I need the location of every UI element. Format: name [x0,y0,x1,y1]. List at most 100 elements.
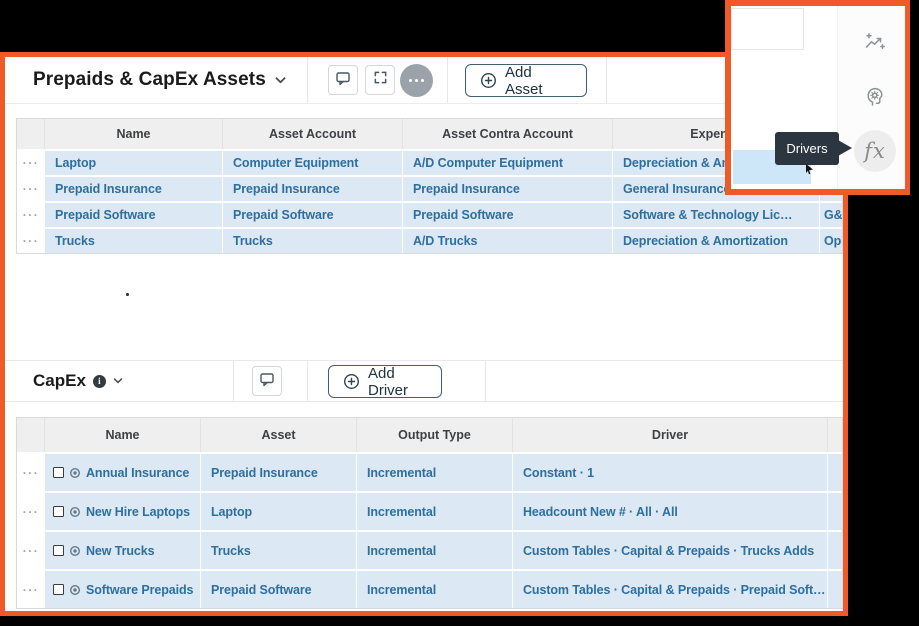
info-icon: i [92,374,106,388]
col-header-output-type: Output Type [357,418,513,452]
row-menu-button[interactable]: ··· [17,571,45,608]
cell-output-type[interactable]: Incremental [357,532,513,569]
cell-category[interactable]: G&A [820,203,842,227]
row-menu-button[interactable]: ··· [17,454,45,491]
table-row: ··· New Hire Laptops Laptop Incremental … [17,493,842,530]
capex-title-dropdown[interactable]: CapEx i [33,361,123,401]
checkbox[interactable] [53,584,64,595]
comment-button[interactable] [252,366,282,396]
divider [485,361,486,401]
drivers-table: Name Asset Output Type Driver ··· Annual… [16,417,843,609]
cell-expense[interactable]: Depreciation & Amortization [613,229,820,253]
add-driver-button[interactable]: Add Driver [328,364,442,399]
screenshot-stage: Prepaids & CapEx Assets Add Asset Name A… [0,0,919,626]
cell-asset-contra-account[interactable]: Prepaid Software [403,203,613,227]
capex-title: CapEx [33,371,86,390]
comment-icon [259,371,275,392]
cell-asset[interactable]: Prepaid Insurance [201,454,357,491]
row-menu-button[interactable]: ··· [17,229,45,253]
add-asset-button[interactable]: Add Asset [465,63,587,98]
plus-circle-icon [343,373,360,390]
table-row: ··· Annual Insurance Prepaid Insurance I… [17,454,842,491]
drivers-tooltip: Drivers [775,132,839,165]
plus-circle-icon [480,72,497,89]
table-row: ··· Trucks Trucks A/D Trucks Depreciatio… [17,229,842,253]
cell-name[interactable]: New Hire Laptops [45,493,201,530]
tooltip-arrow [838,140,852,156]
fullscreen-icon [373,70,388,90]
col-header-driver: Driver [513,418,828,452]
cell-name[interactable]: New Trucks [45,532,201,569]
callout-cell-box [731,8,804,50]
col-header-asset-account: Asset Account [223,119,403,149]
add-asset-label: Add Asset [505,63,543,98]
col-header-name: Name [45,418,201,452]
fx-icon: fx [864,139,886,163]
comment-icon [335,70,351,91]
cell-name[interactable]: Annual Insurance [45,454,201,491]
cell-asset[interactable]: Laptop [201,493,357,530]
cell-asset-contra-account[interactable]: A/D Computer Equipment [403,151,613,175]
add-driver-label: Add Driver [368,364,408,399]
cell-output-type[interactable]: Incremental [357,454,513,491]
callout-panel: fx Drivers [725,0,910,195]
page-title: Prepaids & CapEx Assets [33,69,266,90]
checkbox[interactable] [53,506,64,517]
row-menu-button[interactable]: ··· [17,177,45,201]
assets-title-bar: Prepaids & CapEx Assets Add Asset [5,57,843,104]
drivers-table-header: Name Asset Output Type Driver [17,418,842,452]
row-menu-button[interactable]: ··· [17,493,45,530]
checkbox[interactable] [53,467,64,478]
row-menu-button[interactable]: ··· [17,532,45,569]
cell-name[interactable]: Trucks [45,229,223,253]
table-row: ··· Laptop Computer Equipment A/D Comput… [17,151,842,175]
chevron-down-icon [275,76,286,84]
cell-output-type[interactable]: Incremental [357,571,513,608]
capex-title-bar: CapEx i Add Driver [5,360,843,402]
cell-driver[interactable]: Constant · 1 [513,454,828,491]
cell-category[interactable]: OpEx [820,229,842,253]
comment-button[interactable] [328,65,358,95]
driver-target-icon [69,506,81,518]
divider [307,57,308,103]
cell-asset-account[interactable]: Prepaid Insurance [223,177,403,201]
cell-name[interactable]: Software Prepaids [45,571,201,608]
col-header-asset-contra-account: Asset Contra Account [403,119,613,149]
drivers-tooltip-label: Drivers [786,141,828,156]
cell-asset[interactable]: Trucks [201,532,357,569]
assets-title-dropdown[interactable]: Prepaids & CapEx Assets [33,57,286,103]
cell-output-type[interactable]: Incremental [357,493,513,530]
cell-driver[interactable]: Custom Tables · Capital & Prepaids · Pre… [513,571,828,608]
assets-table-header: Name Asset Account Asset Contra Account … [17,119,842,149]
col-header-asset: Asset [201,418,357,452]
cell-asset-contra-account[interactable]: Prepaid Insurance [403,177,613,201]
cell-asset-account[interactable]: Computer Equipment [223,151,403,175]
chevron-down-icon [113,378,123,384]
ai-head-gear-icon[interactable] [863,84,887,108]
cell-asset-contra-account[interactable]: A/D Trucks [403,229,613,253]
main-screenshot-panel: Prepaids & CapEx Assets Add Asset Name A… [0,52,848,616]
cell-asset-account[interactable]: Trucks [223,229,403,253]
col-header-name: Name [45,119,223,149]
ellipsis-icon [409,78,413,83]
table-row: ··· Software Prepaids Prepaid Software I… [17,571,842,608]
cell-name[interactable]: Laptop [45,151,223,175]
row-menu-button[interactable]: ··· [17,203,45,227]
checkbox[interactable] [53,545,64,556]
row-menu-button[interactable]: ··· [17,151,45,175]
insights-sparkline-icon[interactable] [863,31,887,55]
stray-dot [126,293,129,296]
divider [307,361,308,401]
divider [606,57,607,103]
drivers-fx-button[interactable]: fx [854,130,896,172]
cell-expense[interactable]: Software & Technology Lic… [613,203,820,227]
cell-driver[interactable]: Headcount New # · All · All [513,493,828,530]
cell-driver[interactable]: Custom Tables · Capital & Prepaids · Tru… [513,532,828,569]
expand-button[interactable] [365,65,395,95]
cell-asset[interactable]: Prepaid Software [201,571,357,608]
more-options-button[interactable] [400,64,433,97]
cell-asset-account[interactable]: Prepaid Software [223,203,403,227]
cell-name[interactable]: Prepaid Insurance [45,177,223,201]
cell-name[interactable]: Prepaid Software [45,203,223,227]
divider [233,361,234,401]
